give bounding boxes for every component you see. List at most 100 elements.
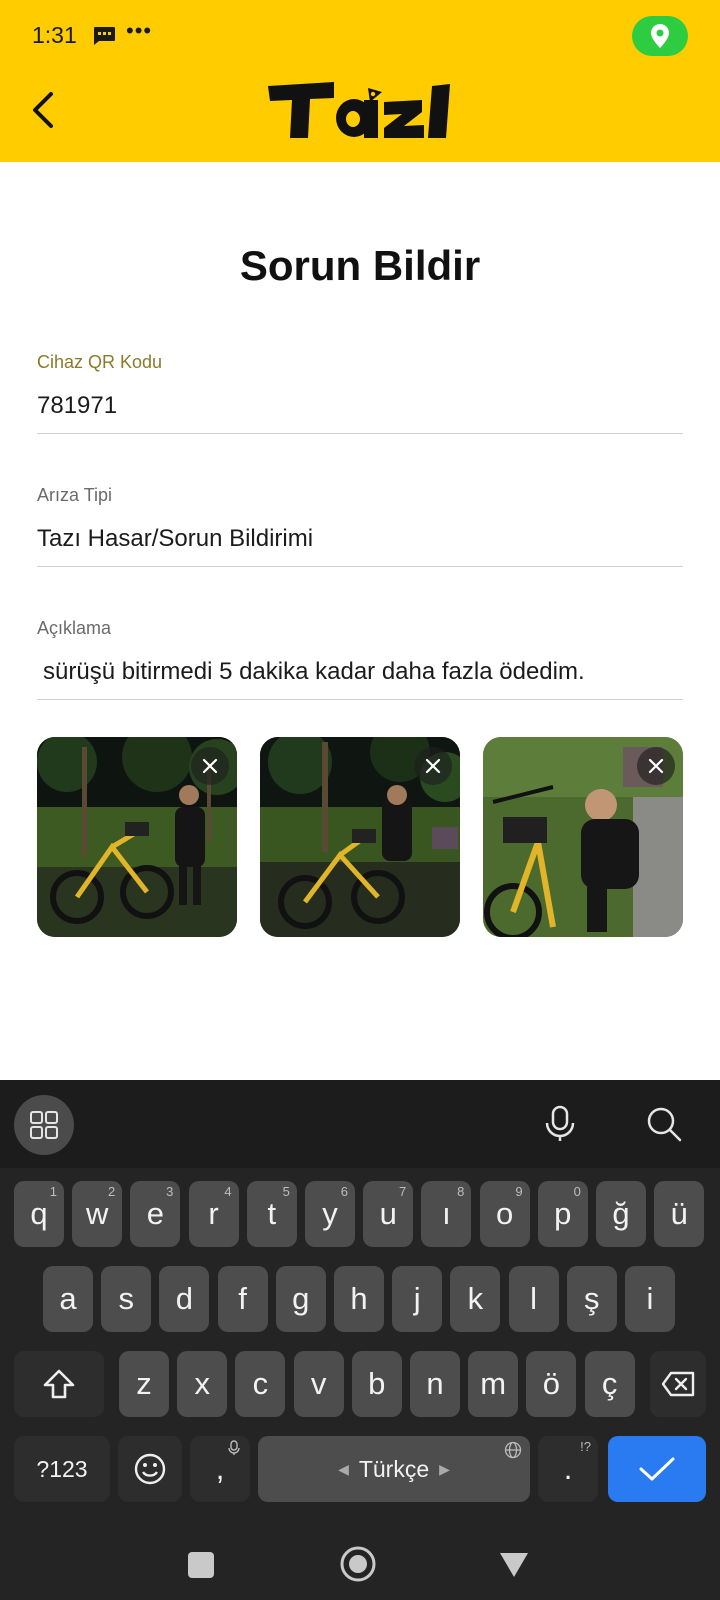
key-hint: 8 [457,1184,465,1199]
letter-key[interactable]: q1 [14,1181,64,1247]
letter-key[interactable]: m [468,1351,519,1417]
soft-keyboard: q1w2e3r4t5y6u7ı8o9p0ğüasdfghjklşizxcvbnm… [0,1080,720,1530]
letter-key[interactable]: ç [584,1351,635,1417]
qr-code-field[interactable]: Cihaz QR Kodu 781971 [37,352,683,434]
letter-key-label: h [350,1281,368,1316]
app-header: 1:31 ••• [0,0,720,162]
checkmark-icon [639,1457,675,1481]
letter-key-label: ş [584,1281,600,1316]
letter-key[interactable]: y6 [305,1181,355,1247]
space-key-label: Türkçe [358,1455,430,1482]
letter-key[interactable]: w2 [72,1181,123,1247]
letter-key-label: p [554,1196,572,1231]
letter-key[interactable]: u7 [363,1181,414,1247]
shift-arrow-icon [43,1369,75,1399]
letter-key[interactable]: n [410,1351,460,1417]
letter-key[interactable]: ı8 [421,1181,472,1247]
close-icon [202,758,218,774]
letter-key[interactable]: ö [526,1351,577,1417]
letter-key[interactable]: ü [654,1181,705,1247]
letter-key[interactable]: ğ [596,1181,646,1247]
letter-key-label: z [136,1366,152,1401]
letter-key[interactable]: ş [566,1266,617,1332]
letter-key[interactable]: p0 [537,1181,588,1247]
letter-key[interactable]: b [351,1351,402,1417]
letter-key[interactable]: r4 [188,1181,239,1247]
recent-apps-button[interactable] [188,1552,214,1578]
enter-key[interactable] [608,1436,706,1502]
description-label: Açıklama [37,618,112,638]
letter-key[interactable]: d [159,1266,210,1332]
remove-photo-button[interactable] [191,747,229,785]
microphone-icon[interactable] [540,1104,580,1144]
keyboard-menu-button[interactable] [14,1095,74,1155]
letter-key[interactable]: x [177,1351,228,1417]
letter-key-label: m [480,1366,507,1401]
letter-key[interactable]: c [235,1351,286,1417]
letter-key-label: b [368,1366,386,1401]
letter-key-label: u [379,1196,397,1231]
report-issue-screen: 1:31 ••• Sorun Bildir Cihaz QR Kodu 7819… [0,0,720,1600]
comma-key[interactable]: , [190,1436,250,1502]
letter-key-label: t [267,1196,277,1231]
fault-type-label: Arıza Tipi [37,485,113,505]
home-button-icon[interactable] [339,1545,377,1583]
letter-key[interactable]: g [275,1266,326,1332]
letter-key-label: ç [601,1366,618,1401]
letter-key[interactable]: a [43,1266,93,1332]
letter-key[interactable]: k [450,1266,501,1332]
emoji-key[interactable] [118,1436,182,1502]
close-icon [425,758,441,774]
remove-photo-button[interactable] [414,747,452,785]
system-nav-bar [0,1530,720,1600]
letter-key-label: c [252,1366,269,1401]
letter-key-label: ğ [612,1196,630,1231]
qr-code-input[interactable]: 781971 [37,392,683,422]
letter-key-label: l [530,1281,538,1316]
search-icon[interactable] [644,1104,684,1144]
letter-key-label: i [646,1281,654,1316]
globe-icon [504,1441,522,1459]
letter-key-label: d [175,1281,194,1316]
key-hint: 9 [515,1184,523,1199]
photo-thumbnail[interactable] [260,737,460,937]
letter-key-label: q [30,1196,48,1231]
letter-key-label: s [118,1281,134,1316]
letter-key-label: ö [542,1366,561,1401]
letter-key-label: g [292,1281,310,1316]
description-input[interactable]: sürüşü bitirmedi 5 dakika kadar daha faz… [37,658,683,688]
letter-key[interactable]: l [508,1266,559,1332]
shift-key[interactable] [14,1351,104,1417]
period-key[interactable]: . !? [538,1436,598,1502]
letter-key[interactable]: j [392,1266,443,1332]
grid-icon [30,1111,58,1139]
tazi-logo [268,82,450,138]
letter-key[interactable]: h [334,1266,384,1332]
back-button[interactable] [22,86,62,134]
symbols-key[interactable]: ?123 [14,1436,110,1502]
photo-thumbnail[interactable] [483,737,683,937]
letter-key[interactable]: o9 [479,1181,530,1247]
backspace-key[interactable] [650,1351,706,1417]
symbols-key-label: ?123 [36,1455,88,1482]
key-hint: 0 [573,1184,581,1199]
description-field[interactable]: Açıklama sürüşü bitirmedi 5 dakika kadar… [37,618,683,700]
letter-key[interactable]: s [101,1266,152,1332]
letter-key[interactable]: z [119,1351,169,1417]
letter-key[interactable]: e3 [130,1181,181,1247]
photo-thumbnail[interactable] [37,737,237,937]
fault-type-input[interactable]: Tazı Hasar/Sorun Bildirimi [37,525,683,555]
letter-key-label: ı [442,1196,451,1231]
letter-key-label: y [322,1196,338,1231]
space-next-lang-icon: ▶ [439,1460,450,1477]
back-triangle-icon[interactable] [498,1550,530,1580]
letter-key[interactable]: v [293,1351,344,1417]
letter-key[interactable]: i [625,1266,675,1332]
letter-key[interactable]: f [217,1266,268,1332]
remove-photo-button[interactable] [637,747,675,785]
fault-type-field[interactable]: Arıza Tipi Tazı Hasar/Sorun Bildirimi [37,485,683,567]
letter-key[interactable]: t5 [246,1181,297,1247]
space-key[interactable]: ◀ Türkçe ▶ [258,1436,530,1502]
location-pin-icon [651,24,669,48]
status-more-icon: ••• [126,18,153,43]
